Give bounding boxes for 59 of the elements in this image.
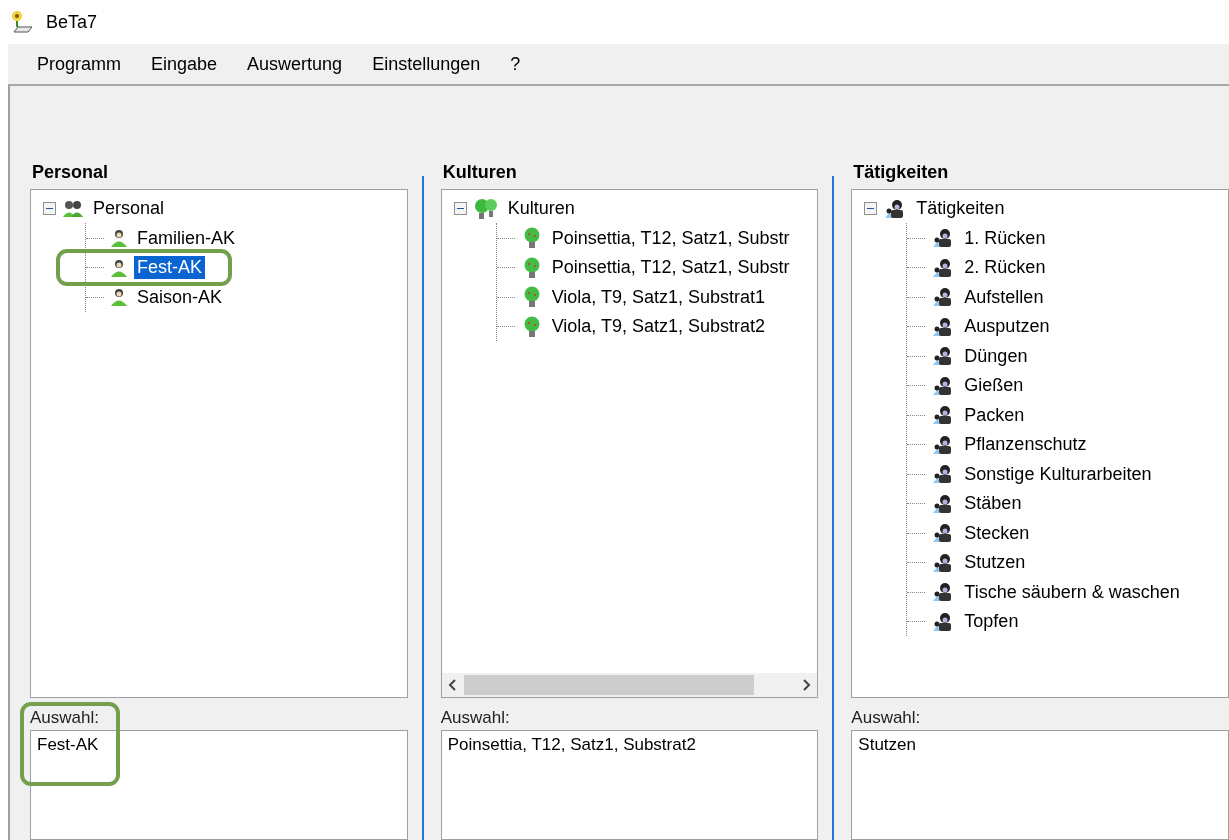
tree-item[interactable]: Düngen (961, 344, 1031, 368)
tree-item[interactable]: Pflanzenschutz (961, 433, 1090, 457)
tree-item[interactable]: Gießen (961, 374, 1027, 398)
tree-connector (86, 237, 104, 239)
tree-item[interactable]: Topfen (961, 610, 1022, 634)
tree-item[interactable]: Aufstellen (961, 285, 1047, 309)
person-icon (110, 228, 128, 249)
tree-item[interactable]: Packen (961, 403, 1028, 427)
tree-item[interactable]: Saison-AK (134, 285, 226, 309)
window-title: BeTa7 (46, 11, 98, 33)
menu-item[interactable]: ? (495, 47, 536, 81)
panel-heading: Tätigkeiten (852, 160, 950, 184)
person-icon (110, 287, 128, 308)
app-logo-icon (10, 10, 36, 34)
horizontal-scrollbar[interactable] (441, 673, 818, 697)
tree-connector (907, 444, 926, 446)
tree-item[interactable]: Tätigkeiten (913, 197, 1008, 221)
collapse-icon[interactable] (43, 202, 56, 216)
selection-field[interactable]: Stutzen (851, 730, 1229, 840)
tree-connector (907, 355, 926, 357)
selection-field[interactable]: Poinsettia, T12, Satz1, Substrat2 (440, 730, 819, 840)
tree-item[interactable]: Viola, T9, Satz1, Substrat1 (548, 285, 769, 309)
plants-icon (472, 197, 499, 220)
tree-item[interactable]: Viola, T9, Satz1, Substrat2 (548, 315, 769, 339)
panel-heading: Kulturen (441, 160, 518, 184)
tree-connector (496, 267, 515, 269)
tree-item[interactable]: Poinsettia, T12, Satz1, Substr (548, 226, 793, 250)
tree-item[interactable]: Fest-AK (134, 256, 205, 280)
selection-field[interactable]: Fest-AK (30, 730, 408, 840)
tree-item[interactable]: 1. Rücken (961, 226, 1049, 250)
tree-item[interactable]: Ausputzen (961, 315, 1053, 339)
tree-item[interactable]: Sonstige Kulturarbeiten (961, 462, 1155, 486)
menu-item[interactable]: Einstellungen (357, 47, 496, 81)
menu-item[interactable]: Eingabe (136, 47, 233, 81)
menu-item[interactable]: Auswertung (232, 47, 358, 81)
selection-label: Auswahl: (440, 708, 511, 729)
tree-item[interactable]: Kulturen (504, 197, 578, 221)
selection-label: Auswahl: (30, 708, 100, 729)
tree-item[interactable]: 2. Rücken (961, 256, 1049, 280)
tree-connector (907, 562, 926, 564)
tree-item[interactable]: Personal (90, 197, 168, 221)
tree-item[interactable]: Poinsettia, T12, Satz1, Substr (548, 256, 793, 280)
tree-connector (496, 296, 515, 298)
collapse-icon[interactable] (453, 202, 467, 216)
people-icon (62, 198, 84, 219)
tree-item[interactable]: Stäben (961, 492, 1025, 516)
tree-connector (907, 326, 926, 328)
panel-heading: Personal (31, 160, 110, 184)
tree-item[interactable]: Stutzen (961, 551, 1029, 575)
tree-item[interactable]: Tische säubern & waschen (961, 580, 1183, 604)
collapse-icon[interactable] (864, 202, 878, 216)
tree-item[interactable]: Stecken (961, 521, 1033, 545)
selection-label: Auswahl: (851, 708, 922, 729)
person-icon (110, 257, 128, 278)
tree-item[interactable]: Familien-AK (134, 226, 239, 250)
tree-connector (907, 591, 926, 593)
menu-item[interactable]: Programm (22, 47, 136, 81)
tree-connector (907, 237, 926, 239)
tree-connector (907, 473, 926, 475)
